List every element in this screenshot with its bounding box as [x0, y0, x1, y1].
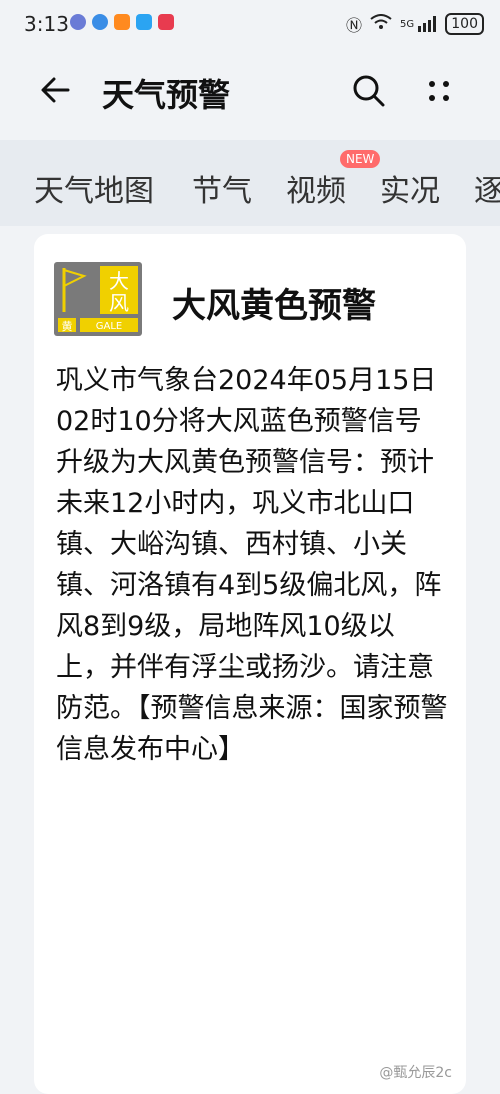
app-header: 天气预警: [0, 48, 500, 136]
tab-solar-terms[interactable]: 节气: [192, 166, 252, 210]
wifi-icon: [370, 14, 392, 34]
back-button[interactable]: [36, 70, 76, 110]
icon-char-yellow: 黄: [62, 319, 73, 333]
red-book-app-icon: [158, 14, 174, 30]
warning-card: 大 风 黄 GALE 大风黄色预警 巩义市气象台2024年05月15日02时10…: [34, 234, 466, 1094]
notification-icons: [70, 14, 174, 30]
icon-char-wind: 风: [109, 291, 129, 315]
arrow-left-icon: [41, 77, 70, 103]
search-button[interactable]: [350, 72, 388, 110]
browser-app-icon: [92, 14, 108, 30]
category-tabs: 天气地图 节气 视频 NEW 实况 逐: [0, 140, 500, 226]
status-bar: 3:13 Ⓝ 5G 100: [0, 0, 500, 48]
status-time: 3:13: [24, 12, 69, 36]
page-title: 天气预警: [102, 76, 231, 114]
tab-live[interactable]: 实况: [380, 166, 440, 210]
weather-app-icon: [136, 14, 152, 30]
watermark: @甄允辰2c: [379, 1065, 452, 1081]
network-type: 5G: [399, 19, 415, 30]
video-app-icon: [114, 14, 130, 30]
icon-gale-text: GALE: [96, 321, 122, 332]
signal-icon: 5G: [400, 16, 437, 32]
music-app-icon: [70, 14, 86, 30]
search-icon: [353, 75, 385, 107]
nfc-icon: Ⓝ: [345, 16, 362, 35]
gale-yellow-warning-icon: 大 风 黄 GALE: [54, 262, 142, 336]
more-options-button[interactable]: [420, 72, 458, 110]
warning-body-text: 巩义市气象台2024年05月15日02时10分将大风蓝色预警信号升级为大风黄色预…: [56, 365, 448, 765]
tab-video[interactable]: 视频: [286, 166, 346, 210]
tab-next[interactable]: 逐: [474, 166, 500, 210]
more-dots-icon: [429, 81, 449, 101]
battery-indicator: 100: [445, 13, 484, 35]
system-status: Ⓝ 5G 100: [346, 12, 484, 36]
new-badge: NEW: [340, 150, 381, 168]
warning-title: 大风黄色预警: [172, 286, 376, 326]
tab-weather-map[interactable]: 天气地图: [34, 166, 154, 210]
icon-char-big: 大: [109, 269, 129, 293]
